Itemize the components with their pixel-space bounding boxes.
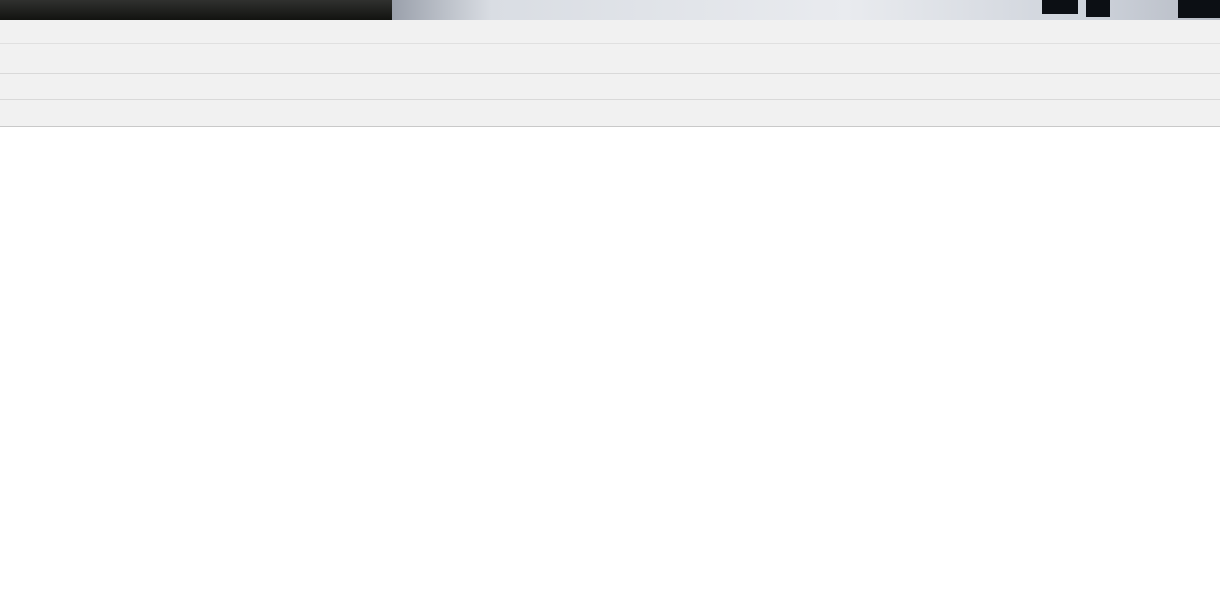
- photo-dark-shape: [1042, 0, 1078, 14]
- toolbar-tools: [0, 74, 1220, 100]
- menu-bar: [0, 20, 1220, 44]
- background-photo: [392, 0, 1220, 20]
- toolbar-main: [0, 44, 1220, 74]
- chart-panel: [0, 127, 1220, 590]
- window-title: [0, 0, 392, 20]
- photo-dark-shape: [1086, 0, 1110, 17]
- chart-canvas[interactable]: [0, 127, 1220, 590]
- title-bar: [0, 0, 1220, 20]
- app-window: [0, 0, 1220, 590]
- photo-dark-shape: [1178, 0, 1220, 18]
- toolbar-draw: [0, 100, 1220, 127]
